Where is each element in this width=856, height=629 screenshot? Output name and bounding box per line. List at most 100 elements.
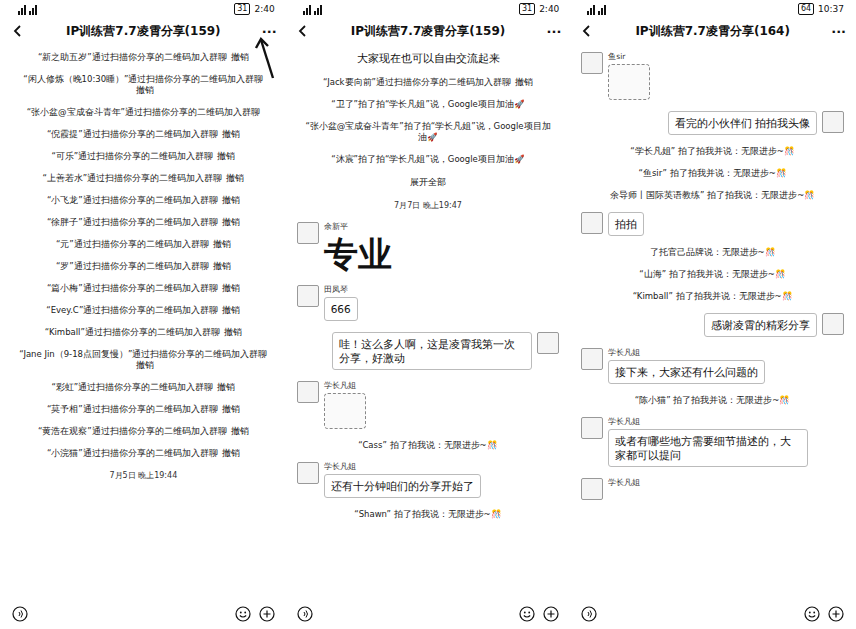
revoke-link[interactable]: 撤销 — [226, 173, 244, 183]
message-column: 感谢凌霄的精彩分享 — [704, 313, 817, 337]
system-message: “徐胖子”通过扫描你分享的二维码加入群聊撤销 — [12, 217, 275, 228]
system-message: “Kimball” 拍了拍我并说：无限进步~🎊 — [581, 291, 844, 302]
voice-icon[interactable] — [581, 606, 597, 622]
avatar[interactable] — [297, 285, 319, 307]
sender-name: 学长凡姐 — [324, 381, 356, 391]
message-row: 学长凡姐 — [297, 381, 560, 429]
system-message: “沐宸”拍了拍“学长凡姐”说，Google项目加油🚀 — [297, 154, 560, 165]
revoke-link[interactable]: 撤销 — [222, 129, 240, 139]
system-message: “Cass” 拍了拍我说：无限进步~🎊 — [297, 440, 560, 451]
revoke-link[interactable]: 撤销 — [213, 239, 231, 249]
revoke-link[interactable]: 撤销 — [222, 448, 240, 458]
plus-icon[interactable] — [543, 606, 559, 622]
voice-icon[interactable] — [12, 606, 28, 622]
system-message: “Shawn” 拍了拍我说：无限进步~🎊 — [297, 509, 560, 520]
input-actions — [804, 606, 844, 622]
avatar[interactable] — [297, 381, 319, 403]
revoke-link[interactable]: 撤销 — [222, 217, 240, 227]
system-message: “Jane Jin（9-18点回复慢）”通过扫描你分享的二维码加入群聊撤销 — [12, 349, 275, 371]
system-message: “Jack要向前”通过扫描你分享的二维码加入群聊撤销 — [297, 77, 560, 88]
system-message: “罗”通过扫描你分享的二维码加入群聊撤销 — [12, 261, 275, 272]
message-bubble: 感谢凌霄的精彩分享 — [704, 313, 817, 337]
avatar[interactable] — [581, 212, 603, 234]
emoji-icon[interactable] — [804, 606, 820, 622]
revoke-link[interactable]: 撤销 — [222, 283, 240, 293]
input-actions — [235, 606, 275, 622]
notice-message: 大家现在也可以自由交流起来 — [297, 52, 560, 66]
message-row: 看完的小伙伴们 拍拍我头像 — [581, 111, 844, 135]
avatar[interactable] — [822, 313, 844, 335]
revoke-link[interactable]: 撤销 — [224, 327, 242, 337]
sender-name: 学长凡姐 — [608, 417, 640, 427]
emoji-icon[interactable] — [235, 606, 251, 622]
plus-icon[interactable] — [259, 606, 275, 622]
avatar[interactable] — [297, 222, 319, 244]
system-message: “Kimball”通过扫描你分享的二维码加入群聊撤销 — [12, 327, 275, 338]
avatar[interactable] — [297, 462, 319, 484]
message-row: 学长凡姐还有十分钟咱们的分享开始了 — [297, 462, 560, 498]
message-row: 田凤琴666 — [297, 285, 560, 321]
avatar[interactable] — [822, 111, 844, 133]
message-column: 学长凡姐 — [608, 478, 640, 488]
back-icon[interactable] — [10, 23, 26, 39]
signal-icon — [581, 1, 615, 17]
system-message: “新之助五岁”通过扫描你分享的二维码加入群聊撤销 — [12, 52, 275, 63]
revoke-link[interactable]: 撤销 — [136, 360, 154, 370]
message-list: 鱼sir看完的小伙伴们 拍拍我头像“学长凡姐” 拍了拍我并说：无限进步~🎊“鱼s… — [573, 44, 852, 599]
revoke-link[interactable]: 撤销 — [222, 404, 240, 414]
message-column: 哇！这么多人啊，这是凌霄我第一次分享，好激动 — [332, 332, 532, 370]
avatar[interactable] — [581, 348, 603, 370]
revoke-link[interactable]: 撤销 — [222, 195, 240, 205]
voice-icon[interactable] — [297, 606, 313, 622]
plus-icon[interactable] — [828, 606, 844, 622]
title-bar: IP训练营7.7凌霄分享(164)··· — [573, 18, 852, 44]
avatar[interactable] — [537, 332, 559, 354]
chat-screen: 312:40IP训练营7.7凌霄分享(159)···“新之助五岁”通过扫描你分享… — [4, 0, 283, 629]
revoke-link[interactable]: 撤销 — [231, 52, 249, 62]
system-message: “篇小梅”通过扫描你分享的二维码加入群聊撤销 — [12, 283, 275, 294]
system-message: “彩虹”通过扫描你分享的二维码加入群聊撤销 — [12, 382, 275, 393]
revoke-link[interactable]: 撤销 — [231, 426, 249, 436]
system-message: “张小盆@宝成奋斗青年”拍了拍“学长凡姐”说，Google项目加油🚀 — [297, 121, 560, 143]
clock: 10:37 — [818, 4, 844, 14]
message-bubble: 还有十分钟咱们的分享开始了 — [324, 474, 481, 498]
revoke-link[interactable]: 撤销 — [136, 85, 154, 95]
system-message: “陈小猫” 拍了拍我并说：无限进步~🎊 — [581, 395, 844, 406]
emoji-icon[interactable] — [519, 606, 535, 622]
sticker-text: 专业 — [324, 234, 392, 274]
message-row: 余新平专业 — [297, 222, 560, 274]
system-message: “山海” 拍了拍我并说：无限进步~🎊 — [581, 269, 844, 280]
message-row: 鱼sir — [581, 52, 844, 100]
more-button[interactable]: ··· — [822, 24, 846, 39]
avatar[interactable] — [581, 417, 603, 439]
chat-title: IP训练营7.7凌霄分享(164) — [603, 23, 822, 40]
avatar[interactable] — [581, 52, 603, 74]
signal-icon — [12, 1, 46, 17]
message-row: 学长凡姐 — [581, 478, 844, 500]
input-bar — [4, 599, 283, 629]
status-bar: 312:40 — [4, 0, 283, 18]
status-bar: 312:40 — [289, 0, 568, 18]
revoke-link[interactable]: 撤销 — [217, 382, 235, 392]
more-button[interactable]: ··· — [537, 24, 561, 39]
message-list: “新之助五岁”通过扫描你分享的二维码加入群聊撤销“闲人修炼（晚10:30睡）”通… — [4, 44, 283, 599]
input-bar — [573, 599, 852, 629]
revoke-link[interactable]: 撤销 — [213, 261, 231, 271]
message-column: 学长凡姐还有十分钟咱们的分享开始了 — [324, 462, 481, 498]
message-bubble: 接下来，大家还有什么问题的 — [608, 360, 765, 384]
system-message: “Evey.C”通过扫描你分享的二维码加入群聊撤销 — [12, 305, 275, 316]
revoke-link[interactable]: 撤销 — [217, 151, 235, 161]
system-message: “鱼sir” 拍了拍我并说：无限进步~🎊 — [581, 168, 844, 179]
input-bar — [289, 599, 568, 629]
system-message: “上善若水”通过扫描你分享的二维码加入群聊撤销 — [12, 173, 275, 184]
expand-link[interactable]: 展开全部 — [297, 176, 560, 189]
revoke-link[interactable]: 撤销 — [515, 77, 533, 87]
avatar[interactable] — [581, 478, 603, 500]
status-right: 312:40 — [519, 3, 559, 15]
message-row: 感谢凌霄的精彩分享 — [581, 313, 844, 337]
message-row: 学长凡姐接下来，大家还有什么问题的 — [581, 348, 844, 384]
more-button[interactable]: ··· — [253, 24, 277, 39]
revoke-link[interactable]: 撤销 — [222, 305, 240, 315]
back-icon[interactable] — [579, 23, 595, 39]
back-icon[interactable] — [295, 23, 311, 39]
